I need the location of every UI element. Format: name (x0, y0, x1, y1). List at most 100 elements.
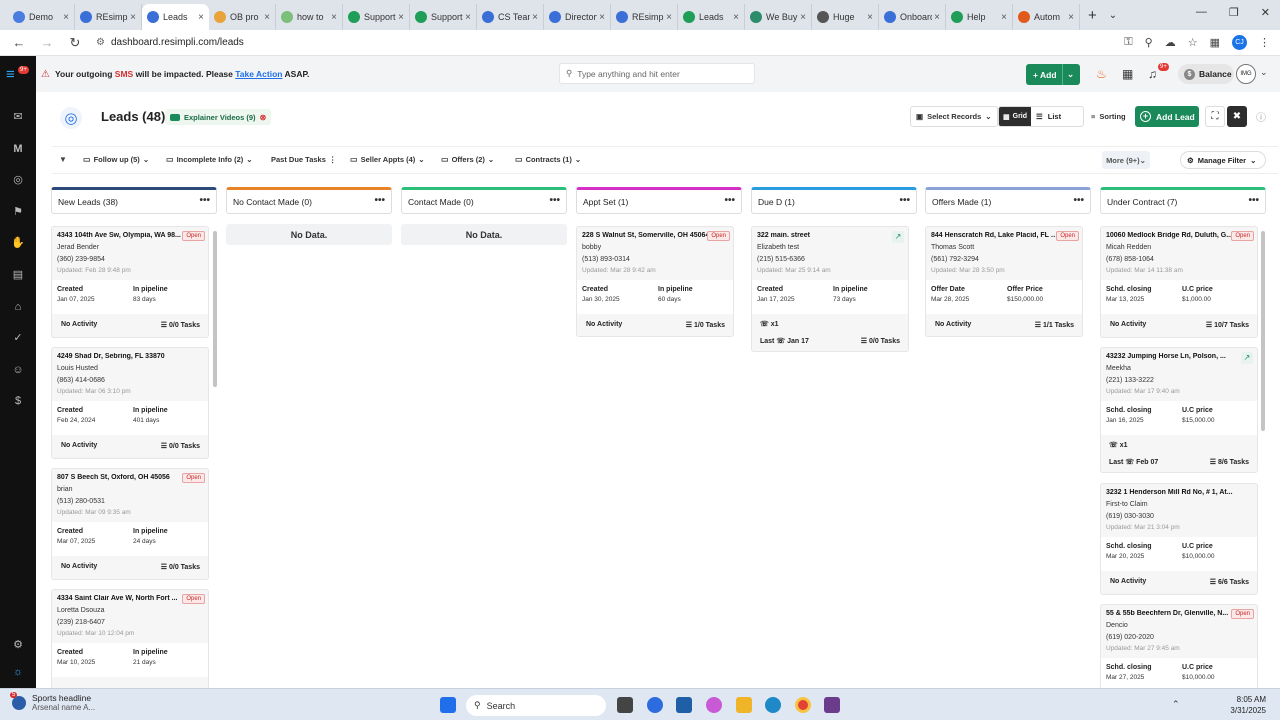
file-explorer-icon[interactable] (736, 697, 752, 713)
zoom-app-icon[interactable] (647, 697, 663, 713)
windows-start-icon[interactable] (440, 697, 456, 713)
browser-tab[interactable]: OB pro × (209, 4, 276, 30)
lead-address[interactable]: 3232 1 Henderson Mill Rd No, # 1, At... (1106, 489, 1234, 496)
lead-card[interactable]: 10060 Medlock Bridge Rd, Duluth, G... Ope… (1100, 226, 1258, 338)
browser-tab[interactable]: REsimpli × (611, 4, 678, 30)
filter-incomplete-info[interactable]: ▭ Incomplete Info (2) ⌄ (166, 155, 253, 164)
close-tab-icon[interactable]: × (198, 12, 204, 23)
filter-contracts[interactable]: ▭ Contracts (1) ⌄ (515, 155, 581, 164)
lead-phone[interactable]: (360) 239-9854 (57, 256, 105, 263)
task-count[interactable]: ☰ 0/0 Tasks (161, 442, 200, 450)
browser-tab[interactable]: REsimpli × (75, 4, 142, 30)
task-count[interactable]: ☰ 8/6 Tasks (1210, 458, 1249, 466)
lead-phone[interactable]: (619) 020-2020 (1106, 634, 1154, 641)
extensions-icon[interactable]: ▦ (1210, 36, 1220, 49)
browser-tab[interactable]: Onboard × (879, 4, 946, 30)
megaphone-icon[interactable]: ⚑ (11, 205, 25, 219)
task-count[interactable]: ☰ 10/7 Tasks (1206, 321, 1249, 329)
leads-hand-icon[interactable]: ✋ (11, 236, 25, 250)
lead-address[interactable]: 43232 Jumping Horse Ln, Polson, ... (1106, 353, 1234, 360)
minimize-icon[interactable]: — (1196, 6, 1207, 19)
lead-card[interactable]: 844 Henscratch Rd, Lake Placid, FL 3... O… (925, 226, 1083, 337)
close-tab-icon[interactable]: × (867, 12, 873, 23)
edge-icon[interactable] (765, 697, 781, 713)
browser-tab[interactable]: Huge × (812, 4, 879, 30)
lead-card[interactable]: 228 S Walnut St, Somerville, OH 45064 Ope… (576, 226, 734, 337)
close-tab-icon[interactable]: × (934, 12, 940, 23)
global-search-input[interactable]: ⚲ Type anything and hit enter (559, 63, 755, 84)
filter-offers[interactable]: ▭ Offers (2) ⌄ (441, 155, 494, 164)
browser-tab[interactable]: CS Team× (477, 4, 544, 30)
take-action-link[interactable]: Take Action (235, 69, 282, 79)
task-count[interactable]: ☰ 0/0 Tasks (161, 563, 200, 571)
column-menu-icon[interactable]: ••• (1073, 195, 1084, 206)
info-icon[interactable]: ⓘ (1251, 106, 1271, 127)
settings-gear-icon[interactable]: ⚙ (11, 638, 25, 652)
browser-tab[interactable]: Autom × (1013, 4, 1080, 30)
lead-card[interactable]: 4334 Saint Clair Ave W, North Fort ... Op… (51, 589, 209, 688)
lead-card[interactable]: 807 S Beech St, Oxford, OH 45056 Open bria… (51, 468, 209, 580)
lead-card[interactable]: 3232 1 Henderson Mill Rd No, # 1, At... F… (1100, 483, 1258, 595)
zoom-icon[interactable]: ⚲ (1145, 36, 1153, 49)
column-menu-icon[interactable]: ••• (1248, 195, 1259, 206)
browser-tab[interactable]: Demo × (8, 4, 75, 30)
close-tab-icon[interactable]: × (532, 12, 538, 23)
column-scrollbar[interactable] (1261, 231, 1265, 431)
close-tab-icon[interactable]: × (666, 12, 672, 23)
lead-address[interactable]: 322 main. street (757, 232, 885, 239)
task-count[interactable]: ☰ 6/6 Tasks (1210, 578, 1249, 586)
copilot-icon[interactable] (706, 697, 722, 713)
dollar-icon[interactable]: $ (11, 394, 25, 408)
add-button[interactable]: + Add ⌄ (1026, 64, 1080, 85)
browser-tab[interactable]: Directory× (544, 4, 611, 30)
lead-address[interactable]: 55 & 55b Beechfern Dr, Glenville, N... (1106, 610, 1234, 617)
taskbar-search[interactable]: ⚲ Search (466, 695, 606, 716)
close-tab-icon[interactable]: × (331, 12, 337, 23)
add-lead-button[interactable]: + Add Lead (1135, 106, 1199, 127)
close-window-icon[interactable]: ✕ (1261, 6, 1270, 19)
lead-phone[interactable]: (513) 280-0531 (57, 498, 105, 505)
back-icon[interactable]: ← (10, 35, 28, 50)
balance-button[interactable]: $ Balance (1178, 64, 1234, 84)
collapse-icon[interactable]: ✖ (1227, 106, 1247, 127)
bookmark-star-icon[interactable]: ☆ (1188, 36, 1198, 49)
close-tab-icon[interactable]: × (599, 12, 605, 23)
clock[interactable]: 8:05 AM 3/31/2025 (1230, 694, 1266, 716)
lead-phone[interactable]: (863) 414-0686 (57, 377, 105, 384)
lead-phone[interactable]: (221) 133-3222 (1106, 377, 1154, 384)
link-icon[interactable]: ↗ (1241, 352, 1253, 364)
lead-address[interactable]: 4249 Shad Dr, Sebring, FL 33870 (57, 353, 185, 360)
column-menu-icon[interactable]: ••• (899, 195, 910, 206)
inbox-icon[interactable]: ✉ (11, 110, 25, 124)
close-tab-icon[interactable]: × (130, 12, 136, 23)
browser-menu-icon[interactable]: ⋮ (1259, 36, 1270, 49)
close-tab-icon[interactable]: × (1001, 12, 1007, 23)
close-tab-icon[interactable]: × (1068, 12, 1074, 23)
lead-phone[interactable]: (561) 792-3294 (931, 256, 979, 263)
chrome-icon[interactable] (795, 697, 811, 713)
close-explainer-icon[interactable]: ⊗ (260, 113, 267, 122)
filter-past-due-tasks[interactable]: Past Due Tasks ⋮ (271, 155, 336, 164)
lead-card[interactable]: 55 & 55b Beechfern Dr, Glenville, N... Op… (1100, 604, 1258, 688)
close-tab-icon[interactable]: × (733, 12, 739, 23)
expand-icon[interactable]: ⛶ (1205, 106, 1225, 127)
url-field[interactable]: ⚙ dashboard.resimpli.com/leads (96, 37, 244, 48)
lead-phone[interactable]: (678) 858-1064 (1106, 256, 1154, 263)
close-tab-icon[interactable]: × (63, 12, 69, 23)
close-tab-icon[interactable]: × (398, 12, 404, 23)
contacts-icon[interactable]: ▤ (11, 268, 25, 282)
manage-filter-button[interactable]: ⚙ Manage Filter ⌄ (1180, 151, 1266, 169)
lead-card[interactable]: 322 main. street ↗ Elizabeth test (215) 515… (751, 226, 909, 352)
grid-view-button[interactable]: ▦ Grid (999, 107, 1032, 126)
lead-address[interactable]: 807 S Beech St, Oxford, OH 45056 (57, 474, 185, 481)
close-tab-icon[interactable]: × (800, 12, 806, 23)
cloud-icon[interactable]: ☁ (1165, 36, 1176, 49)
forward-icon[interactable]: → (38, 35, 56, 50)
check-icon[interactable]: ✓ (11, 331, 25, 345)
lead-address[interactable]: 4334 Saint Clair Ave W, North Fort ... (57, 595, 185, 602)
column-scrollbar[interactable] (213, 231, 217, 387)
lead-address[interactable]: 844 Henscratch Rd, Lake Placid, FL 3... (931, 232, 1059, 239)
marketing-icon[interactable]: M (11, 142, 25, 156)
tray-chevron-up-icon[interactable]: ⌃ (1172, 699, 1180, 710)
key-icon[interactable]: ⚿ (1124, 36, 1132, 49)
